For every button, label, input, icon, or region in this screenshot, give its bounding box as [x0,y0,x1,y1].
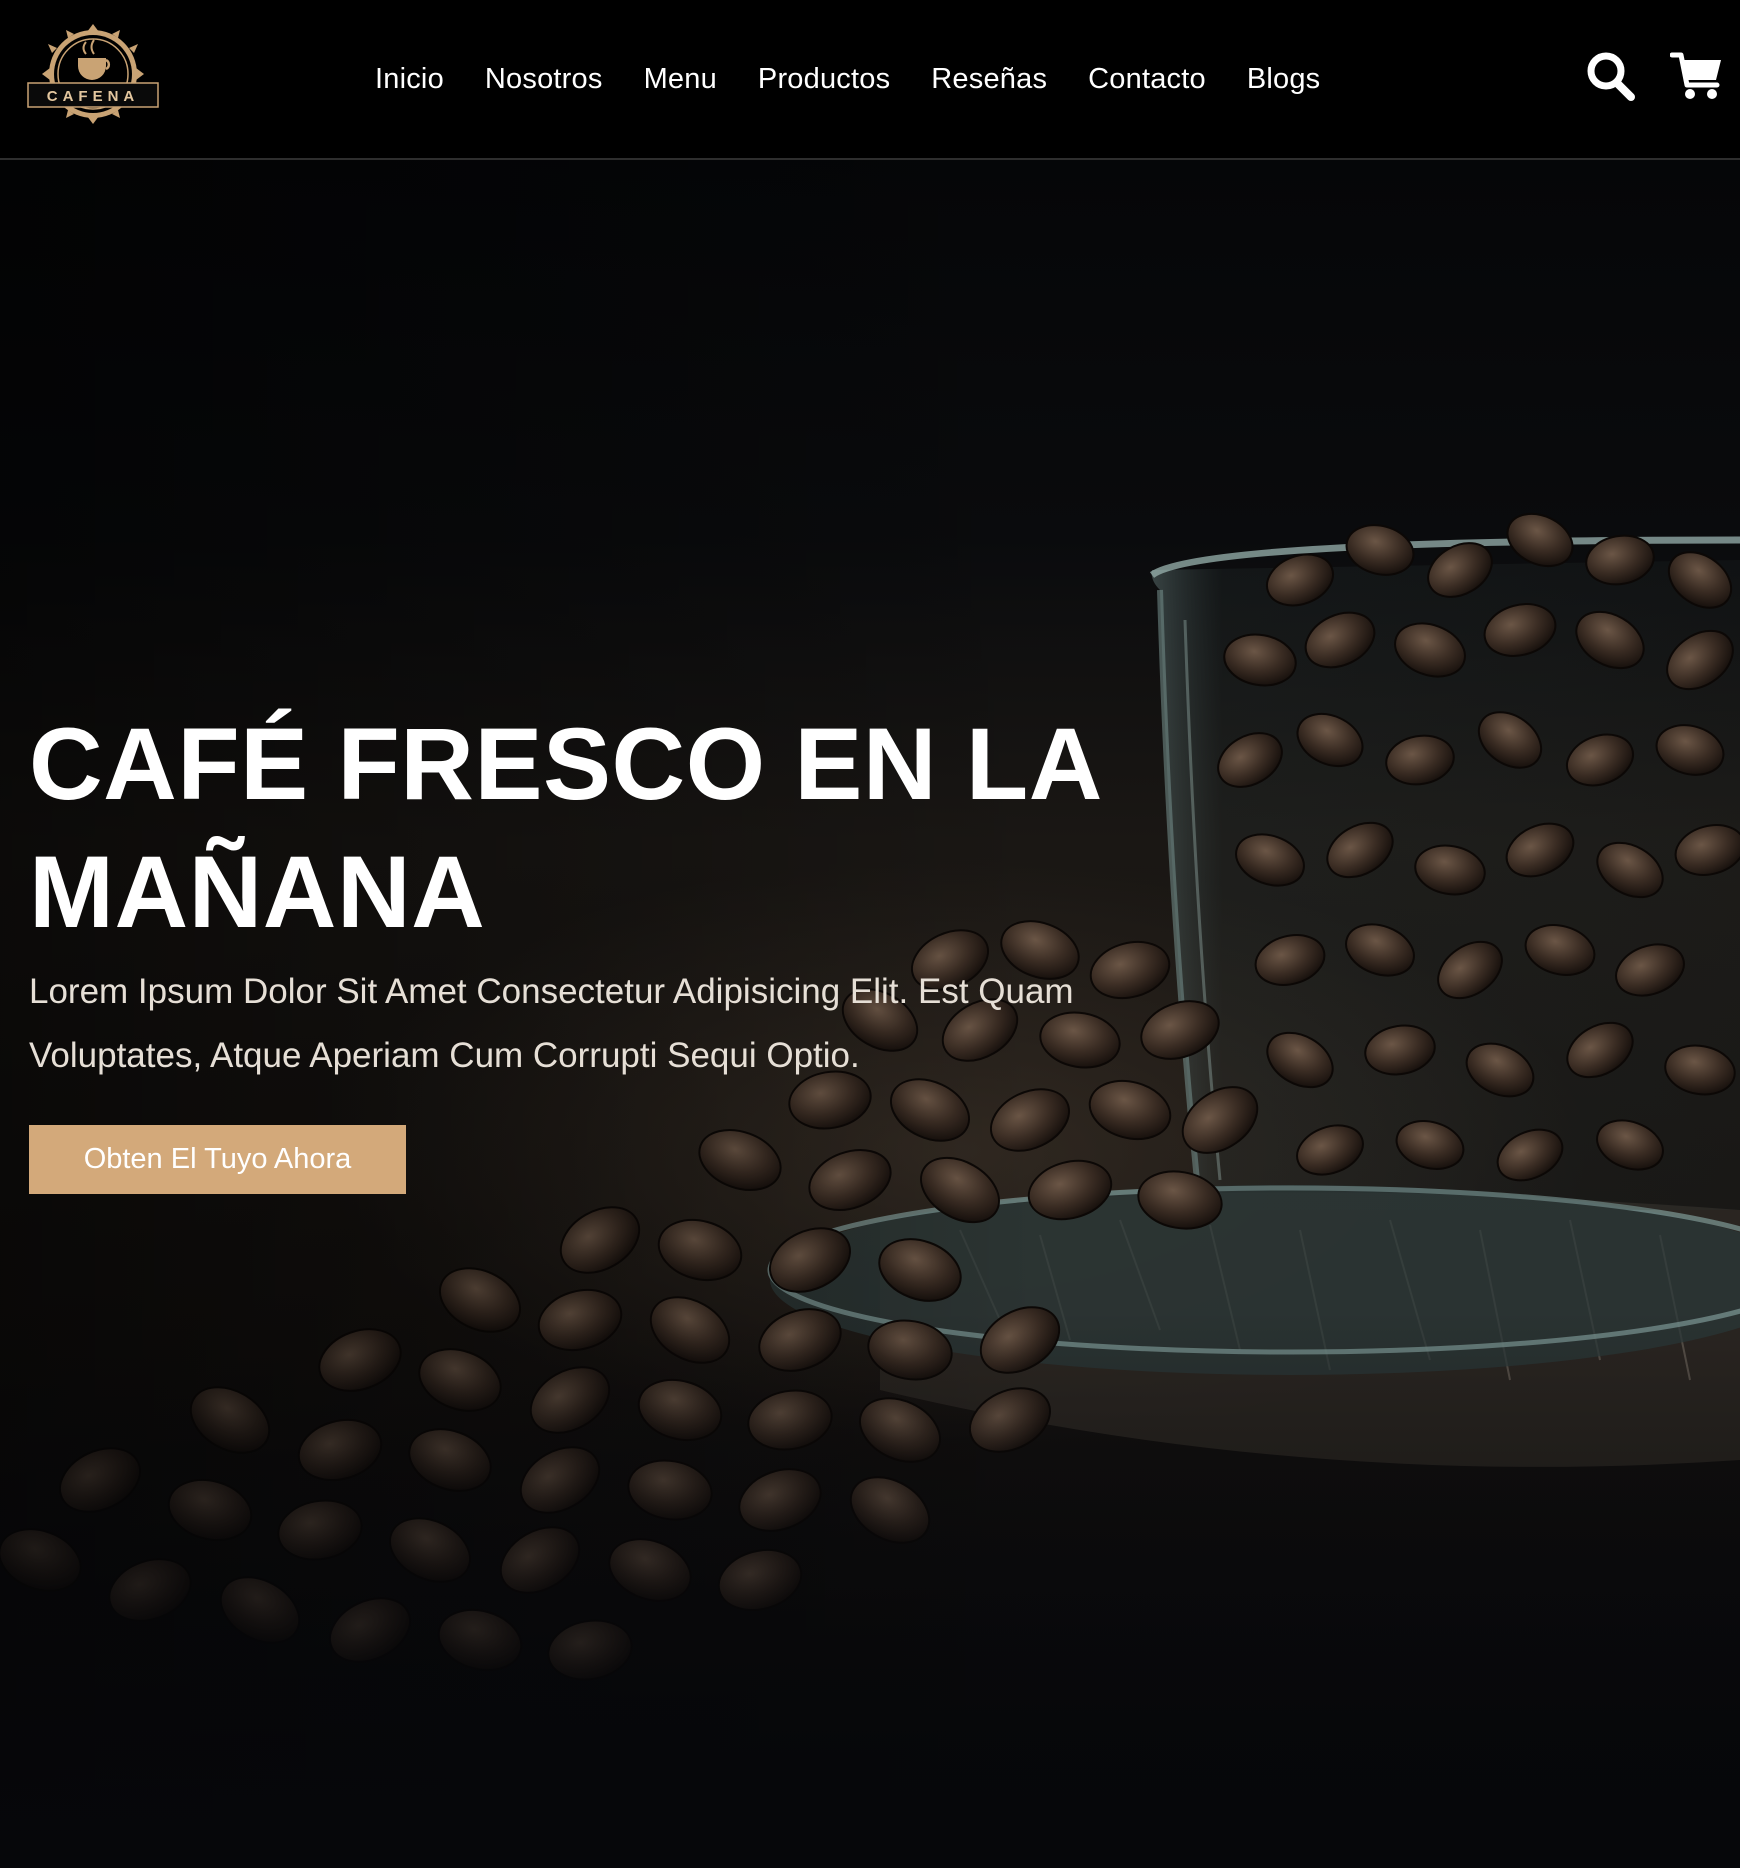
site-header: CAFENA Inicio Nosotros Menu Productos Re… [0,0,1740,160]
nav-item-menu[interactable]: Menu [644,63,717,96]
nav-item-inicio[interactable]: Inicio [375,63,444,96]
search-icon [1587,52,1635,101]
nav-item-resenas[interactable]: Reseñas [931,63,1047,96]
nav-item-nosotros[interactable]: Nosotros [485,63,603,96]
cta-button[interactable]: Obten El Tuyo Ahora [29,1125,406,1194]
coffee-cup-badge-icon: CAFENA [27,24,159,124]
cart-button[interactable] [1669,50,1724,102]
search-button[interactable] [1586,50,1636,102]
logo-wordmark: CAFENA [47,88,140,105]
brand-logo[interactable]: CAFENA [26,22,160,130]
nav-item-blogs[interactable]: Blogs [1247,63,1321,96]
hero-section: CAFÉ FRESCO EN LA MAÑANA Lorem Ipsum Dol… [0,160,1740,1868]
nav-item-contacto[interactable]: Contacto [1088,63,1206,96]
hero-title: CAFÉ FRESCO EN LA MAÑANA [29,707,1100,949]
hero-description: Lorem Ipsum Dolor Sit Amet Consectetur A… [29,972,1074,1075]
cart-icon [1669,52,1721,99]
main-nav: Inicio Nosotros Menu Productos Reseñas C… [375,0,1320,158]
nav-item-productos[interactable]: Productos [758,63,890,96]
